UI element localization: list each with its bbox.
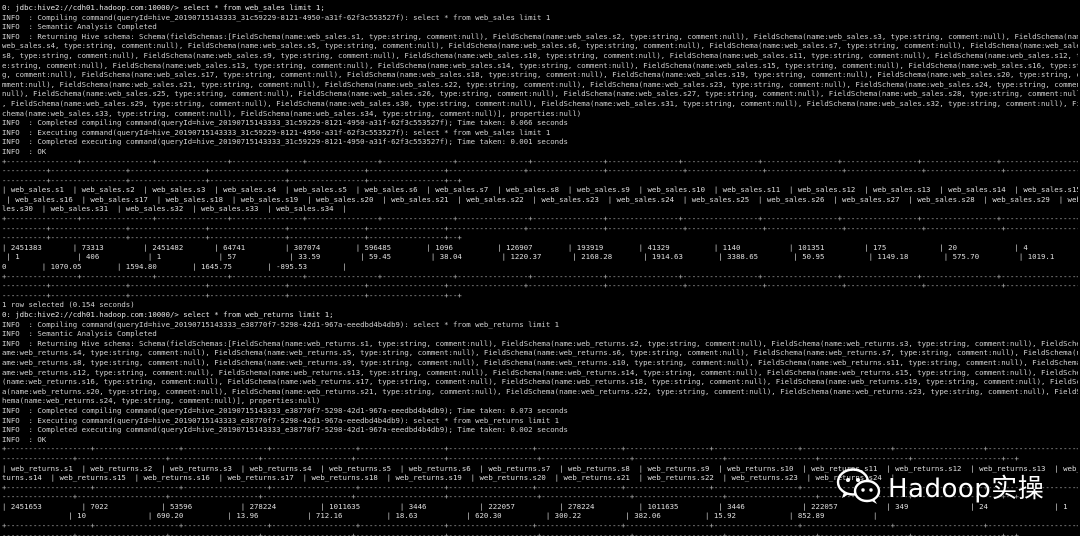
terminal-line-info: INFO : Executing command(queryId=hive_20… xyxy=(2,415,560,425)
terminal-line-sep: ----------+-----------------+-----------… xyxy=(2,290,462,300)
watermark: Hadoop实操 xyxy=(836,462,1076,510)
terminal-line-data: | 10 | 690.20 | 13.96 | 712.16 | 18.63 |… xyxy=(2,511,878,521)
terminal-line-info: INFO : OK xyxy=(2,146,47,156)
terminal-line-prompt: 0: jdbc:hive2://cdh01.hadoop.com:10000/>… xyxy=(2,310,334,319)
terminal-line-data: | web_sales.s16 | web_sales.s17 | web_sa… xyxy=(2,194,1078,204)
terminal-line-info: INFO : Returning Hive schema: Schema(fie… xyxy=(2,31,1078,41)
terminal-line-info: INFO : Semantic Analysis Completed xyxy=(2,329,157,339)
terminal-line-data: 0 | 1070.05 | 1594.80 | 1645.75 | -895.5… xyxy=(2,262,347,272)
terminal-line-info: INFO : Compiling command(queryId=hive_20… xyxy=(2,319,560,329)
terminal-line-info: (name:web_returns.s16, type:string, comm… xyxy=(2,377,1078,387)
terminal-line-info: INFO : Executing command(queryId=hive_20… xyxy=(2,127,551,137)
watermark-text: Hadoop实操 xyxy=(888,473,1045,504)
terminal-line-info: INFO : Completed executing command(query… xyxy=(2,137,568,147)
terminal-line-info: null), FieldSchema(name:web_sales.s25, t… xyxy=(2,89,1078,99)
terminal-line-info: INFO : Completed compiling command(query… xyxy=(2,405,568,415)
terminal-line-sep: ----------+-----------------+-----------… xyxy=(2,223,1078,233)
terminal-line-info: , FieldSchema(name:web_sales.s29, type:s… xyxy=(2,98,1078,108)
wechat-icon xyxy=(836,468,881,504)
terminal-line-info: chema(name:web_sales.s33, type:string, c… xyxy=(2,108,582,118)
terminal-line-prompt: 0: jdbc:hive2://cdh01.hadoop.com:10000/>… xyxy=(2,3,325,12)
terminal-line-info: INFO : OK xyxy=(2,434,47,444)
terminal-line-data: | web_sales.s1 | web_sales.s2 | web_sale… xyxy=(2,185,1078,195)
terminal-output[interactable]: 0: jdbc:hive2://cdh01.hadoop.com:10000/>… xyxy=(0,0,1080,536)
terminal-line-info: web_sales.s4, type:string, comment:null)… xyxy=(2,41,1078,51)
terminal-line-data: | 2451383 | 73313 | 2451482 | 64741 | 30… xyxy=(2,242,1028,252)
terminal-line-sep: +----------------+----------------+-----… xyxy=(2,271,1078,281)
terminal-line-info: e:string, comment:null), FieldSchema(nam… xyxy=(2,60,1078,70)
terminal-line-info: INFO : Returning Hive schema: Schema(fie… xyxy=(2,338,1078,348)
terminal-line-sep: ----------+-----------------+-----------… xyxy=(2,233,462,243)
terminal-line-sep: ----------------+--------------------+--… xyxy=(2,530,1019,536)
terminal-line-info: g, comment:null), FieldSchema(name:web_s… xyxy=(2,70,1078,80)
terminal-line-info: ame:web_returns.s8, type:string, comment… xyxy=(2,357,1078,367)
terminal-line-info: mment:null), FieldSchema(name:web_sales.… xyxy=(2,79,1078,89)
terminal-line-sep: +----------------+----------------+-----… xyxy=(2,214,1078,224)
terminal-line-info: INFO : Semantic Analysis Completed xyxy=(2,22,157,32)
terminal-line-info: INFO : Completed compiling command(query… xyxy=(2,118,568,128)
terminal-line-data: | 1 | 406 | 1 | 57 | 33.59 | 59.45 | 38.… xyxy=(2,252,1055,262)
terminal-line-sep: +-------------------+-------------------… xyxy=(2,521,1078,531)
terminal-line-sep: ----------+-----------------+-----------… xyxy=(2,175,462,185)
terminal-line-info: INFO : Compiling command(queryId=hive_20… xyxy=(2,12,551,22)
terminal-line-sep: ----------+-----------------+-----------… xyxy=(2,166,1078,176)
terminal-line-info: s8, type:string, comment:null), FieldSch… xyxy=(2,50,1078,60)
terminal-line-info: ame:web_returns.s12, type:string, commen… xyxy=(2,367,1078,377)
terminal-line-info: ame:web_returns.s4, type:string, comment… xyxy=(2,348,1078,358)
terminal-line-info: hema(name:web_returns.s24, type:string, … xyxy=(2,396,321,406)
terminal-line-info: 1 row selected (0.154 seconds) xyxy=(2,300,135,310)
terminal-line-sep: +-------------------+-------------------… xyxy=(2,444,1078,454)
terminal-line-sep: ----------+-----------------+-----------… xyxy=(2,281,1078,291)
terminal-line-info: a(name:web_returns.s20, type:string, com… xyxy=(2,386,1078,396)
terminal-line-info: INFO : Completed executing command(query… xyxy=(2,425,568,435)
terminal-line-sep: +----------------+----------------+-----… xyxy=(2,156,1078,166)
terminal-line-data: les.s30 | web_sales.s31 | web_sales.s32 … xyxy=(2,204,347,214)
